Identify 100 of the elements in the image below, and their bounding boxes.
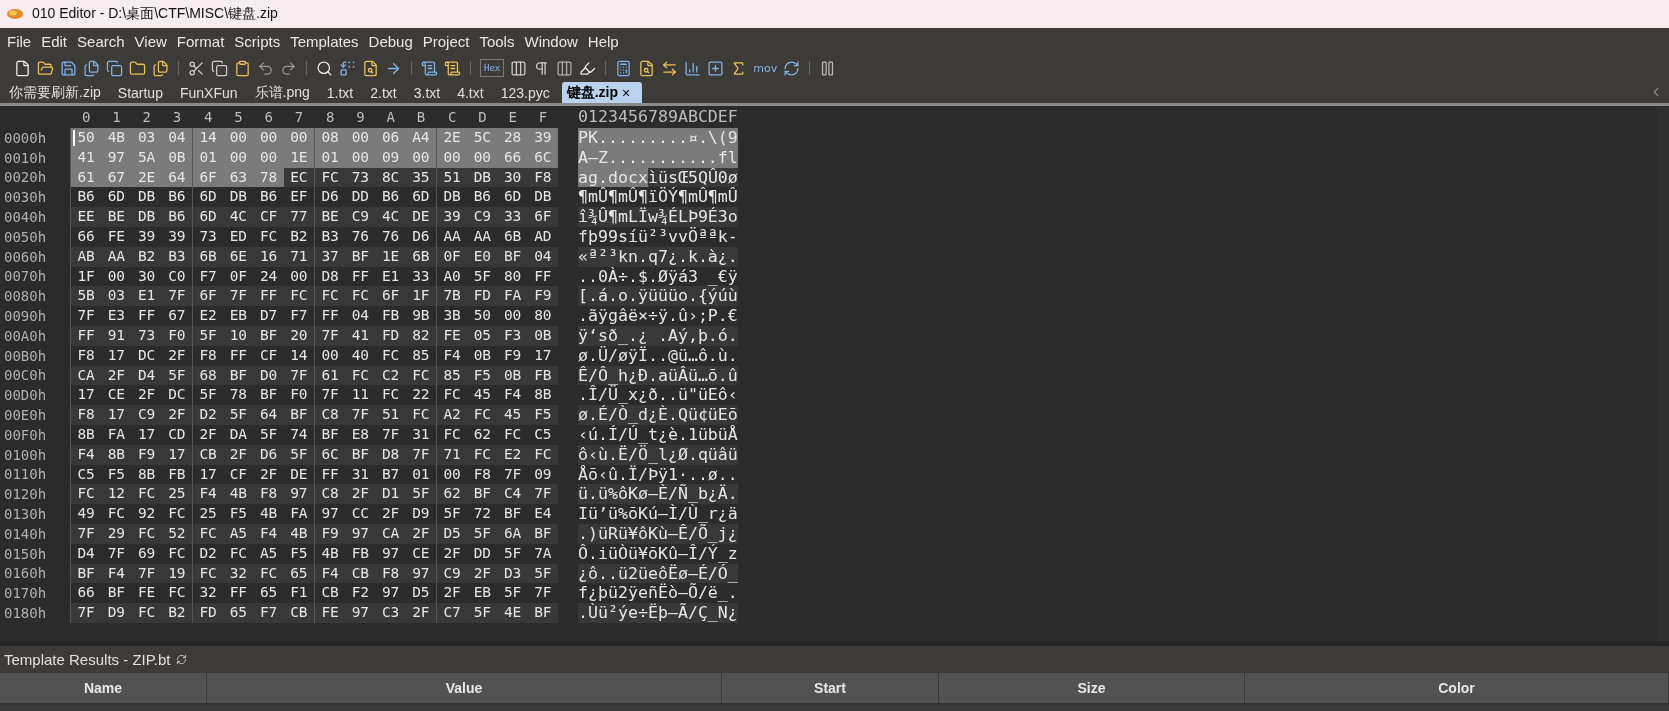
text-cell: .ãÿgâë×÷ÿ.û›;P.€ bbox=[578, 306, 738, 326]
hex-byte: FA bbox=[502, 286, 523, 306]
hex-byte: 17 bbox=[106, 345, 127, 365]
hex-byte: 7F bbox=[320, 325, 340, 345]
menu-item[interactable]: View bbox=[131, 32, 174, 50]
open-folder-icon[interactable] bbox=[37, 59, 54, 77]
menu-item[interactable]: Templates bbox=[287, 32, 366, 50]
row-offset: 00C0h bbox=[3, 367, 48, 384]
hex-byte: 2E bbox=[437, 128, 468, 148]
scroll-icon[interactable] bbox=[444, 59, 461, 77]
hex-byte: 7F bbox=[228, 286, 249, 306]
histogram-icon[interactable] bbox=[684, 59, 702, 77]
menu-item[interactable]: Debug bbox=[365, 32, 420, 50]
new-file-icon[interactable] bbox=[14, 59, 31, 77]
hex-byte: 65 bbox=[228, 603, 249, 623]
menu-item[interactable]: Format bbox=[173, 32, 232, 50]
hex-byte: 7A bbox=[533, 543, 553, 563]
hex-byte: FC bbox=[167, 504, 187, 524]
hex-byte: 03 bbox=[106, 286, 127, 306]
paste-icon[interactable] bbox=[234, 59, 251, 77]
highlighter-icon[interactable] bbox=[579, 59, 597, 77]
column-header[interactable]: Color bbox=[1245, 673, 1669, 703]
hex-byte: 04 bbox=[533, 246, 553, 266]
menu-item[interactable]: Project bbox=[419, 32, 477, 50]
column-header[interactable]: Start bbox=[722, 673, 939, 703]
hex-byte: 09 bbox=[533, 464, 553, 484]
column-header[interactable]: Value bbox=[207, 673, 722, 703]
columns-icon[interactable] bbox=[556, 59, 574, 77]
close-icon[interactable]: × bbox=[622, 84, 631, 101]
menu-item[interactable]: Search bbox=[74, 32, 132, 50]
hex-byte: 0B bbox=[472, 345, 493, 365]
copy-icon[interactable] bbox=[211, 59, 228, 77]
folder-icon[interactable] bbox=[129, 59, 146, 77]
menu-item[interactable]: Tools bbox=[476, 32, 522, 50]
columns-icon[interactable] bbox=[510, 59, 528, 77]
folders-icon[interactable] bbox=[152, 59, 169, 77]
row-offset: 0130h bbox=[3, 506, 48, 523]
file-tab[interactable]: Startup bbox=[112, 82, 175, 103]
hex-byte: CA bbox=[76, 365, 96, 385]
hex-byte: CD bbox=[167, 424, 187, 444]
hex-byte: 72 bbox=[472, 504, 493, 524]
redo-icon[interactable] bbox=[280, 59, 297, 77]
hex-byte: 97 bbox=[320, 504, 340, 524]
hex-toggle-button[interactable]: Hex bbox=[480, 59, 505, 77]
file-tab[interactable]: 键盘.zip × bbox=[561, 82, 643, 103]
hex-byte: F8 bbox=[76, 405, 96, 425]
file-tab[interactable]: FunXFun bbox=[174, 82, 250, 103]
refresh-icon[interactable] bbox=[176, 654, 188, 665]
hex-byte: E1 bbox=[136, 286, 157, 306]
menu-item[interactable]: Scripts bbox=[231, 32, 288, 50]
text-cell-text: ¿ô..ü2üeôËø—É/Ó_ bbox=[578, 563, 738, 583]
hex-byte: F1 bbox=[289, 583, 309, 603]
hex-byte: C7 bbox=[442, 603, 462, 623]
file-tab[interactable]: 你需要刷新.zip bbox=[4, 82, 113, 103]
hex-byte: B6 bbox=[380, 187, 401, 207]
calculator-icon[interactable] bbox=[615, 59, 633, 77]
scrollbar[interactable] bbox=[1657, 106, 1669, 641]
menu-item[interactable]: Edit bbox=[38, 32, 75, 50]
hex-byte: 5C bbox=[467, 128, 498, 148]
file-tab[interactable]: 3.txt bbox=[408, 82, 453, 103]
hex-byte: 6E bbox=[228, 246, 249, 266]
column-header[interactable]: Name bbox=[0, 673, 207, 703]
file-tab[interactable]: 2.txt bbox=[365, 82, 409, 103]
swap-arrows-icon[interactable] bbox=[661, 59, 679, 77]
file-tab[interactable]: 乐谱.png bbox=[249, 82, 322, 103]
hex-byte: 51 bbox=[380, 405, 401, 425]
undo-icon[interactable] bbox=[257, 59, 274, 77]
text-cell: ø.É/Ò_d¿È.Qü¢üEõ bbox=[578, 405, 738, 425]
hex-byte: F8 bbox=[472, 464, 493, 484]
file-tab[interactable]: 123.pyc bbox=[495, 82, 562, 103]
hex-byte: D6 bbox=[320, 187, 340, 207]
hex-byte: FF bbox=[533, 266, 553, 286]
hex-byte: BF bbox=[350, 246, 371, 266]
search-icon[interactable] bbox=[316, 59, 333, 77]
hex-byte: FD bbox=[472, 286, 493, 306]
save-icon[interactable] bbox=[60, 59, 77, 77]
hex-byte: D7 bbox=[258, 306, 279, 326]
hex-byte: E8 bbox=[350, 424, 371, 444]
menu-item[interactable]: Window bbox=[521, 32, 585, 50]
hex-byte: 6D bbox=[198, 187, 218, 207]
hex-byte: F8 bbox=[380, 563, 401, 583]
hex-byte: 10 bbox=[228, 325, 249, 345]
hex-byte: 49 bbox=[76, 504, 96, 524]
file-tab[interactable]: 1.txt bbox=[321, 82, 366, 103]
hex-byte: 32 bbox=[198, 583, 218, 603]
find-in-files-icon[interactable] bbox=[362, 59, 379, 77]
hex-byte: 78 bbox=[228, 385, 249, 405]
file-tab[interactable]: 4.txt bbox=[452, 82, 496, 103]
mov-button[interactable]: mov bbox=[753, 61, 778, 75]
hex-byte: FE bbox=[106, 227, 127, 246]
column-header: 8 bbox=[324, 109, 336, 125]
scroll-icon[interactable] bbox=[421, 59, 438, 77]
hex-byte: 00 bbox=[442, 464, 462, 484]
hex-byte: CE bbox=[106, 385, 127, 405]
column-header[interactable]: Size bbox=[939, 673, 1245, 703]
hex-byte: 68 bbox=[198, 365, 218, 385]
menu-item[interactable]: File bbox=[4, 32, 39, 50]
menu-item[interactable]: Help bbox=[584, 32, 626, 50]
scissors-icon[interactable] bbox=[188, 59, 205, 77]
hex-byte: 04 bbox=[161, 128, 192, 148]
